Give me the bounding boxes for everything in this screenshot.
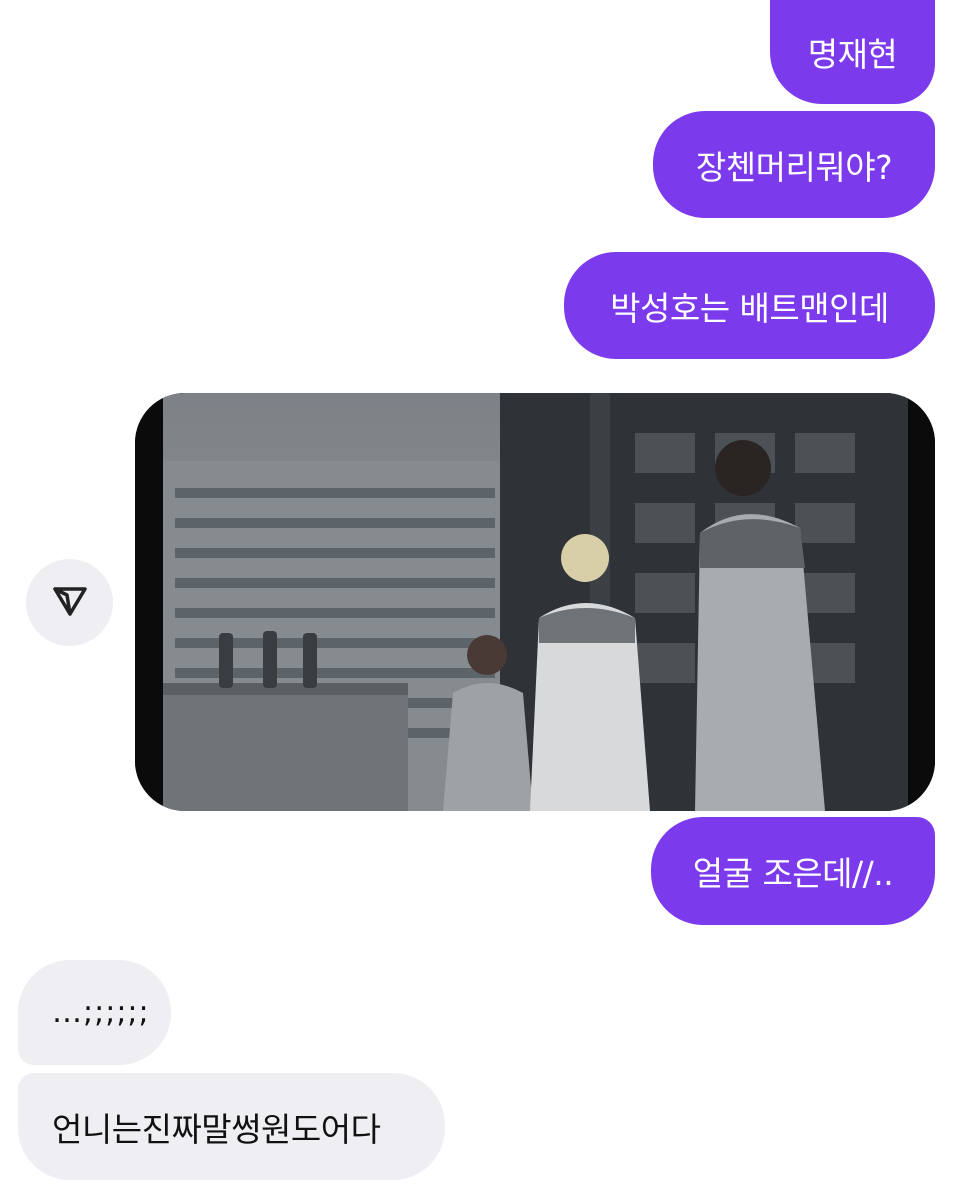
shared-image[interactable] [135, 393, 935, 811]
received-message-bubble[interactable]: 언니는진짜말썽원도어다 [18, 1073, 445, 1180]
received-message-bubble[interactable]: …;;;;;; [18, 960, 171, 1065]
sent-message-bubble[interactable]: 얼굴 조은데//.. [651, 817, 935, 925]
send-triangle-icon [50, 581, 90, 625]
sent-message-bubble[interactable]: 박성호는 배트맨인데 [564, 252, 935, 359]
message-text: 명재현 [807, 35, 898, 74]
sent-message-bubble[interactable]: 장첸머리뭐야? [653, 111, 935, 218]
message-text: …;;;;;; [52, 995, 150, 1030]
sent-message-bubble[interactable]: 명재현 [770, 0, 935, 104]
share-button[interactable] [26, 559, 113, 646]
message-text: 장첸머리뭐야? [695, 147, 893, 187]
message-text: 박성호는 배트맨인데 [610, 288, 889, 328]
message-text: 언니는진짜말썽원도어다 [52, 1109, 381, 1149]
message-text: 얼굴 조은데//.. [692, 854, 894, 893]
